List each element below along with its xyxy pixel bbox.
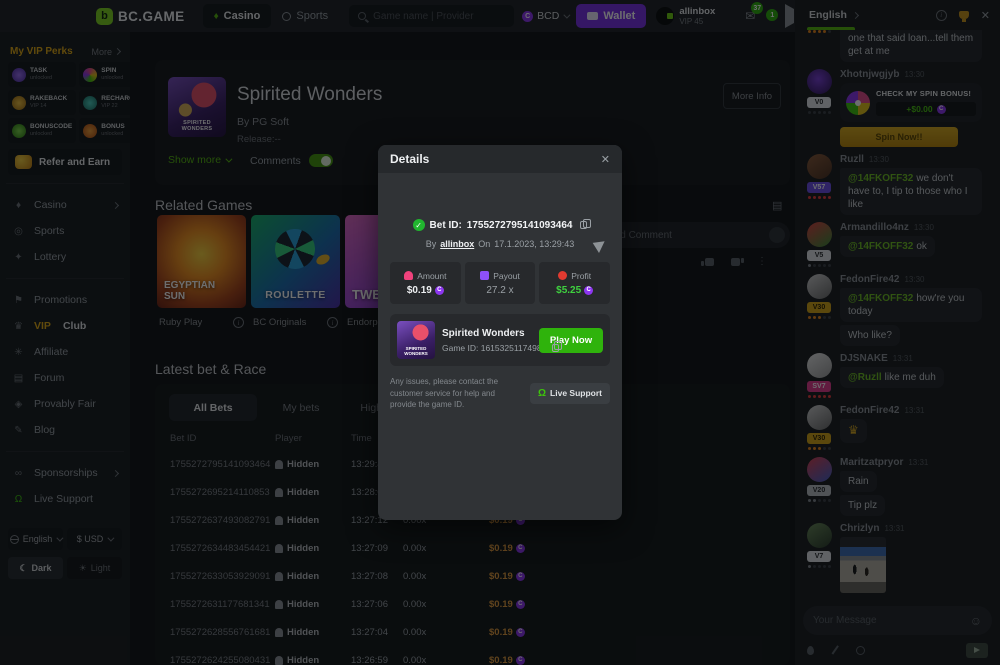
close-icon[interactable]: ✕ [601, 153, 610, 166]
profit-icon [558, 271, 567, 280]
bet-stats: Amount $0.19C Payout 27.2 x Profit $5.25… [390, 262, 610, 304]
stat-payout: Payout 27.2 x [465, 262, 536, 304]
amount-icon [404, 271, 413, 280]
copy-icon[interactable] [552, 344, 559, 352]
payout-icon [480, 271, 489, 280]
support-note: Any issues, please contact the customer … [390, 376, 522, 411]
bet-datetime: 17.1.2023, 13:29:43 [494, 239, 574, 249]
bet-id-label: Bet ID: [430, 220, 462, 231]
game-id: Game ID: 1615325117498... [442, 343, 549, 353]
bcd-coin-icon: C [584, 286, 593, 295]
stat-profit: Profit $5.25C [539, 262, 610, 304]
bcd-coin-icon: C [435, 286, 444, 295]
modal-title: Details [390, 152, 601, 166]
play-now-button[interactable]: Play Now [539, 328, 603, 353]
game-thumbnail: SPIRITED WONDERS [397, 321, 435, 359]
player-link[interactable]: allinbox [440, 239, 474, 249]
modal-game-card: SPIRITED WONDERS Spirited Wonders Game I… [390, 314, 610, 366]
bet-details-modal: Details ✕ ✓ Bet ID: 1755272795141093464 … [378, 145, 622, 520]
bet-id-value: 1755272795141093464 [467, 220, 573, 231]
headset-icon: Ω [538, 388, 546, 399]
copy-icon[interactable] [580, 221, 587, 229]
verified-shield-icon: ✓ [413, 219, 425, 231]
game-title: Spirited Wonders [442, 328, 533, 339]
live-support-button[interactable]: Ω Live Support [530, 383, 610, 404]
stat-amount: Amount $0.19C [390, 262, 461, 304]
modal-header: Details ✕ [378, 145, 622, 173]
